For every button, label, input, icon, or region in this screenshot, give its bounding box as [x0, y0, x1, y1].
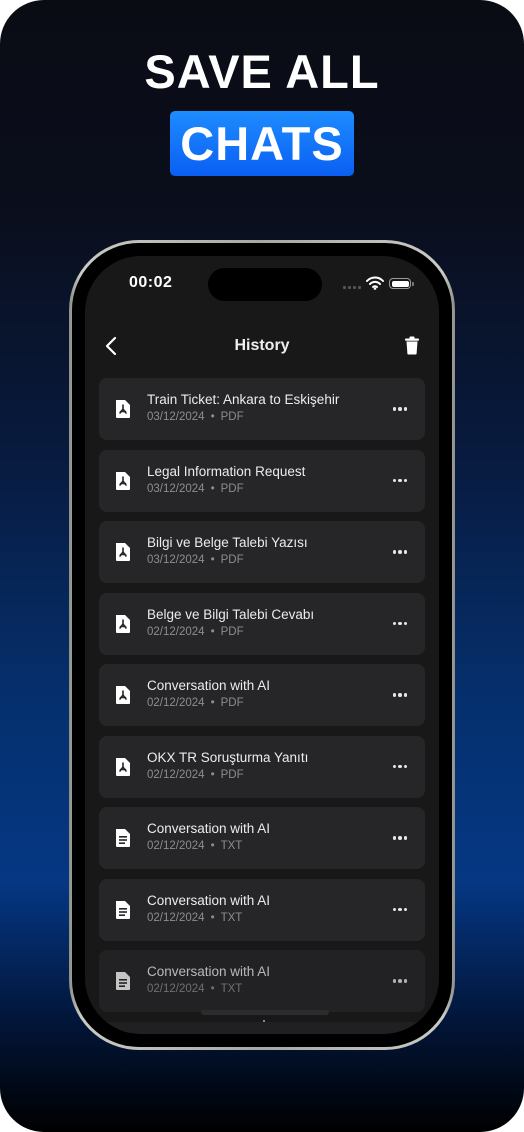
meta-separator: • [210, 697, 215, 709]
meta-separator: • [210, 625, 215, 638]
history-item[interactable]: Conversation with AI 02/12/2024 • TXT [99, 878, 425, 941]
more-options-button[interactable] [391, 829, 409, 847]
more-options-button[interactable] [391, 400, 409, 418]
dynamic-island [208, 268, 322, 301]
phone-mockup: 00:02 History Train Ticket: Ankara to Es… [69, 240, 455, 1050]
item-date: 03/12/2024 [147, 411, 205, 423]
battery-tip [412, 282, 414, 286]
more-options-button[interactable] [391, 472, 409, 490]
meta-separator: • [210, 482, 215, 495]
item-date: 02/12/2024 [147, 697, 205, 709]
history-item[interactable]: Conversation with AI 02/12/2024 • TXT [99, 950, 425, 1012]
item-date: 02/12/2024 [147, 840, 205, 852]
history-item[interactable]: OKX TR Soruşturma Yanıtı 02/12/2024 • PDF [99, 735, 425, 798]
history-item[interactable]: Conversation with AI 02/12/2024 • PDF [99, 664, 425, 726]
history-item[interactable]: Train Ticket: Ankara to Eskişehir 03/12/… [99, 378, 425, 440]
app-screen: 00:02 History Train Ticket: Ankara to Es… [85, 256, 439, 1034]
item-date: 02/12/2024 [147, 983, 205, 995]
item-type: PDF [220, 411, 244, 423]
history-list: Train Ticket: Ankara to Eskişehir 03/12/… [99, 378, 425, 1034]
promo-headline: SAVE ALL [144, 45, 380, 98]
history-item-partial[interactable] [99, 1021, 425, 1034]
more-options-button[interactable] [391, 972, 409, 990]
item-title: Train Ticket: Ankara to Eskişehir [147, 392, 340, 407]
more-options-button[interactable] [391, 543, 409, 561]
nav-bar: History [85, 326, 439, 366]
item-meta: 03/12/2024 • PDF [147, 411, 244, 423]
history-item[interactable]: Belge ve Bilgi Talebi Cevabı 02/12/2024 •… [99, 592, 425, 655]
promo-background: SAVE ALL CHATS 00:02 History Train Ticke… [0, 0, 524, 1132]
item-type: PDF [220, 554, 244, 566]
battery-icon [389, 278, 411, 289]
item-title: Conversation with AI [147, 678, 271, 693]
meta-separator: • [210, 983, 215, 995]
item-title: Legal Information Request [147, 463, 306, 479]
item-type: PDF [220, 768, 244, 781]
item-title: OKX TR Soruşturma Yanıtı [147, 749, 309, 765]
item-title: Bilgi ve Belge Talebi Yazısı [147, 535, 308, 550]
meta-separator: • [210, 768, 215, 781]
item-meta: 02/12/2024 • TXT [147, 983, 242, 995]
item-type: PDF [220, 482, 244, 495]
item-type: PDF [220, 697, 244, 709]
item-type: PDF [220, 625, 244, 638]
item-date: 03/12/2024 [147, 554, 205, 566]
item-date: 02/12/2024 [147, 625, 205, 638]
item-meta: 02/12/2024 • PDF [147, 769, 244, 781]
item-date: 03/12/2024 [147, 482, 205, 495]
item-meta: 02/12/2024 • PDF [147, 626, 244, 638]
delete-all-button[interactable] [405, 336, 419, 355]
item-meta: 03/12/2024 • PDF [147, 554, 244, 566]
meta-separator: • [210, 911, 215, 924]
more-options-button[interactable] [391, 758, 409, 776]
item-date: 02/12/2024 [147, 911, 205, 924]
page-title: History [234, 337, 290, 354]
history-item[interactable]: Conversation with AI 02/12/2024 • TXT [99, 807, 425, 869]
item-title: Belge ve Bilgi Talebi Cevabı [147, 606, 315, 622]
more-options-button[interactable] [391, 686, 409, 704]
history-item[interactable]: Bilgi ve Belge Talebi Yazısı 03/12/2024 •… [99, 521, 425, 583]
more-options-button[interactable] [391, 901, 409, 919]
promo-highlight: CHATS [170, 111, 354, 176]
item-meta: 02/12/2024 • TXT [147, 840, 242, 852]
item-meta: 03/12/2024 • PDF [147, 483, 244, 495]
meta-separator: • [210, 411, 215, 423]
item-meta: 02/12/2024 • PDF [147, 697, 244, 709]
item-title: Conversation with AI [147, 892, 271, 908]
signal-icon [343, 286, 361, 289]
meta-separator: • [210, 840, 215, 852]
page-dot [263, 1020, 265, 1022]
wifi-icon [366, 276, 384, 290]
item-type: TXT [220, 983, 243, 995]
history-item[interactable]: Legal Information Request 03/12/2024 • PDF [99, 449, 425, 512]
more-options-button[interactable] [391, 615, 409, 633]
home-indicator[interactable] [201, 1010, 329, 1015]
item-type: TXT [220, 840, 243, 852]
phone-bezel: 00:02 History Train Ticket: Ankara to Es… [72, 243, 452, 1047]
item-title: Conversation with AI [147, 821, 271, 836]
item-meta: 02/12/2024 • TXT [147, 912, 242, 924]
item-title: Conversation with AI [147, 964, 271, 979]
status-time: 00:02 [129, 274, 173, 291]
item-type: TXT [220, 911, 243, 924]
meta-separator: • [210, 554, 215, 566]
item-date: 02/12/2024 [147, 768, 205, 781]
